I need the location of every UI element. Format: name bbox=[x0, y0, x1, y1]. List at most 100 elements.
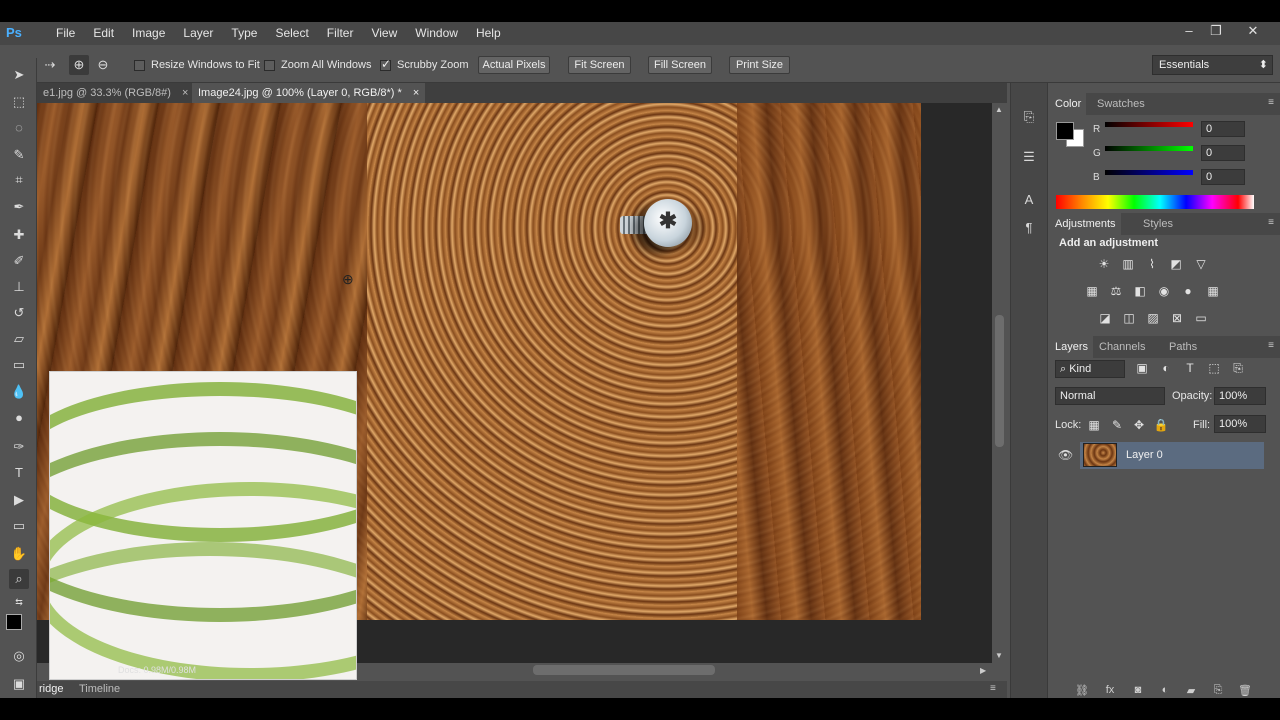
hand-tool-icon[interactable]: ✋ bbox=[9, 544, 29, 564]
menu-layer[interactable]: Layer bbox=[174, 22, 222, 45]
menu-image[interactable]: Image bbox=[123, 22, 174, 45]
clone-stamp-tool-icon[interactable]: ⊥ bbox=[9, 277, 29, 297]
pixel-layer-filter-icon[interactable]: ▣ bbox=[1133, 359, 1151, 377]
green-value[interactable]: 0 bbox=[1201, 145, 1245, 161]
blur-tool-icon[interactable]: 💧 bbox=[9, 382, 29, 402]
path-selection-tool-icon[interactable]: ▶ bbox=[9, 490, 29, 510]
swap-colors-icon[interactable]: ⇆ bbox=[9, 592, 29, 612]
tab-paths[interactable]: Paths bbox=[1164, 336, 1202, 358]
fill-screen-button[interactable]: Fill Screen bbox=[648, 56, 712, 74]
layer-style-icon[interactable]: fx bbox=[1102, 684, 1118, 698]
history-brush-tool-icon[interactable]: ↺ bbox=[9, 303, 29, 323]
scroll-right-icon[interactable]: ▶ bbox=[980, 666, 986, 675]
new-layer-icon[interactable]: ⎘ bbox=[1210, 684, 1226, 698]
panel-menu-icon[interactable]: ≡ bbox=[1268, 97, 1274, 108]
pen-tool-icon[interactable]: ✑ bbox=[9, 437, 29, 457]
panel-menu-icon[interactable]: ≡ bbox=[990, 683, 996, 694]
fit-screen-button[interactable]: Fit Screen bbox=[568, 56, 631, 74]
brightness-contrast-icon[interactable]: ☀ bbox=[1095, 255, 1113, 273]
adjustment-layer-filter-icon[interactable]: ◐ bbox=[1157, 359, 1175, 377]
dodge-tool-icon[interactable]: ● bbox=[9, 408, 29, 428]
layer-filter-kind-select[interactable]: ⌕ Kind bbox=[1055, 360, 1125, 378]
lasso-tool-icon[interactable]: ◌ bbox=[9, 118, 29, 138]
print-size-button[interactable]: Print Size bbox=[729, 56, 790, 74]
crop-tool-icon[interactable]: ⌗ bbox=[9, 170, 29, 190]
delete-layer-icon[interactable]: 🗑 bbox=[1237, 684, 1253, 698]
menu-file[interactable]: File bbox=[47, 22, 84, 45]
tab-layers[interactable]: Layers bbox=[1050, 336, 1094, 358]
eye-icon[interactable]: 👁 bbox=[1058, 448, 1073, 462]
resize-windows-checkbox[interactable]: Resize Windows to Fit bbox=[134, 58, 260, 72]
hue-saturation-icon[interactable]: ▦ bbox=[1083, 282, 1101, 300]
brush-tool-icon[interactable]: ✐ bbox=[9, 251, 29, 271]
mini-bridge-tab[interactable]: ridge bbox=[39, 681, 63, 698]
resize-windows-box[interactable] bbox=[134, 59, 145, 71]
menu-edit[interactable]: Edit bbox=[84, 22, 123, 45]
scrubby-zoom-checkbox[interactable]: Scrubby Zoom bbox=[380, 57, 469, 72]
channel-mixer-icon[interactable]: ● bbox=[1179, 282, 1197, 300]
close-button[interactable]: ✕ bbox=[1242, 22, 1264, 42]
actual-pixels-button[interactable]: Actual Pixels bbox=[478, 56, 550, 74]
tab-adjustments[interactable]: Adjustments bbox=[1050, 213, 1121, 235]
foreground-color-swatch[interactable] bbox=[6, 614, 22, 630]
new-group-icon[interactable]: ▰ bbox=[1183, 684, 1199, 698]
type-tool-icon[interactable]: T bbox=[9, 463, 29, 483]
black-white-icon[interactable]: ◧ bbox=[1131, 282, 1149, 300]
menu-view[interactable]: View bbox=[362, 22, 406, 45]
color-spectrum-bar[interactable] bbox=[1056, 195, 1254, 209]
minimize-button[interactable]: – bbox=[1178, 22, 1200, 42]
invert-icon[interactable]: ◪ bbox=[1096, 309, 1114, 327]
eyedropper-tool-icon[interactable]: ✒ bbox=[9, 197, 29, 217]
scrubby-zoom-box[interactable] bbox=[380, 57, 391, 71]
paragraph-panel-icon[interactable]: ¶ bbox=[1019, 218, 1039, 238]
workspace-select[interactable]: Essentials ⬍ bbox=[1152, 55, 1273, 75]
menu-filter[interactable]: Filter bbox=[318, 22, 363, 45]
zoom-in-icon[interactable]: ⊕ bbox=[69, 55, 89, 75]
lock-transparent-icon[interactable]: ▦ bbox=[1085, 416, 1103, 434]
exposure-icon[interactable]: ◩ bbox=[1167, 255, 1185, 273]
gradient-map-icon[interactable]: ▭ bbox=[1192, 309, 1210, 327]
history-panel-icon[interactable]: ⎘ bbox=[1019, 107, 1039, 127]
tab-styles[interactable]: Styles bbox=[1138, 213, 1178, 235]
selective-color-icon[interactable]: ⊠ bbox=[1168, 309, 1186, 327]
vertical-scroll-thumb[interactable] bbox=[995, 315, 1004, 447]
lock-all-icon[interactable]: 🔒 bbox=[1152, 416, 1170, 434]
scroll-up-icon[interactable]: ▲ bbox=[995, 105, 1003, 114]
scroll-down-icon[interactable]: ▼ bbox=[995, 651, 1003, 660]
shape-layer-filter-icon[interactable]: ⬚ bbox=[1205, 359, 1223, 377]
close-tab-icon[interactable]: × bbox=[182, 87, 188, 99]
opacity-field[interactable]: 100% bbox=[1214, 387, 1266, 405]
photo-filter-icon[interactable]: ◉ bbox=[1155, 282, 1173, 300]
zoom-all-checkbox[interactable]: Zoom All Windows bbox=[264, 58, 371, 72]
blue-value[interactable]: 0 bbox=[1201, 169, 1245, 185]
red-slider[interactable] bbox=[1105, 122, 1193, 127]
rectangle-tool-icon[interactable]: ▭ bbox=[9, 516, 29, 536]
color-lookup-icon[interactable]: ▦ bbox=[1204, 282, 1222, 300]
marquee-tool-icon[interactable]: ⬚ bbox=[9, 92, 29, 112]
fill-field[interactable]: 100% bbox=[1214, 415, 1266, 433]
posterize-icon[interactable]: ◫ bbox=[1120, 309, 1138, 327]
levels-icon[interactable]: ▥ bbox=[1119, 255, 1137, 273]
zoom-out-icon[interactable]: ⊖ bbox=[93, 55, 113, 75]
timeline-tab[interactable]: Timeline bbox=[79, 681, 120, 698]
link-layers-icon[interactable]: ⛓ bbox=[1074, 684, 1090, 698]
zoom-all-box[interactable] bbox=[264, 59, 275, 71]
menu-select[interactable]: Select bbox=[266, 22, 317, 45]
lock-image-icon[interactable]: ✎ bbox=[1108, 416, 1126, 434]
horizontal-scroll-thumb[interactable] bbox=[533, 665, 715, 675]
foreground-color-chip[interactable] bbox=[1056, 122, 1074, 140]
type-layer-filter-icon[interactable]: T bbox=[1181, 359, 1199, 377]
quick-selection-tool-icon[interactable]: ✎ bbox=[9, 145, 29, 165]
lock-position-icon[interactable]: ✥ bbox=[1130, 416, 1148, 434]
character-panel-icon[interactable]: A bbox=[1019, 190, 1039, 210]
menu-help[interactable]: Help bbox=[467, 22, 510, 45]
zoom-tool-icon[interactable]: ⌕ bbox=[9, 569, 29, 589]
green-slider[interactable] bbox=[1105, 146, 1193, 151]
properties-panel-icon[interactable]: ☰ bbox=[1019, 147, 1039, 167]
document-tab-2[interactable]: Image24.jpg @ 100% (Layer 0, RGB/8*) * × bbox=[192, 83, 426, 103]
gradient-tool-icon[interactable]: ▭ bbox=[9, 355, 29, 375]
color-balance-icon[interactable]: ⚖ bbox=[1107, 282, 1125, 300]
new-adjustment-layer-icon[interactable]: ◐ bbox=[1157, 684, 1173, 698]
red-value[interactable]: 0 bbox=[1201, 121, 1245, 137]
document-tab-1[interactable]: e1.jpg @ 33.3% (RGB/8#) × bbox=[37, 83, 194, 103]
